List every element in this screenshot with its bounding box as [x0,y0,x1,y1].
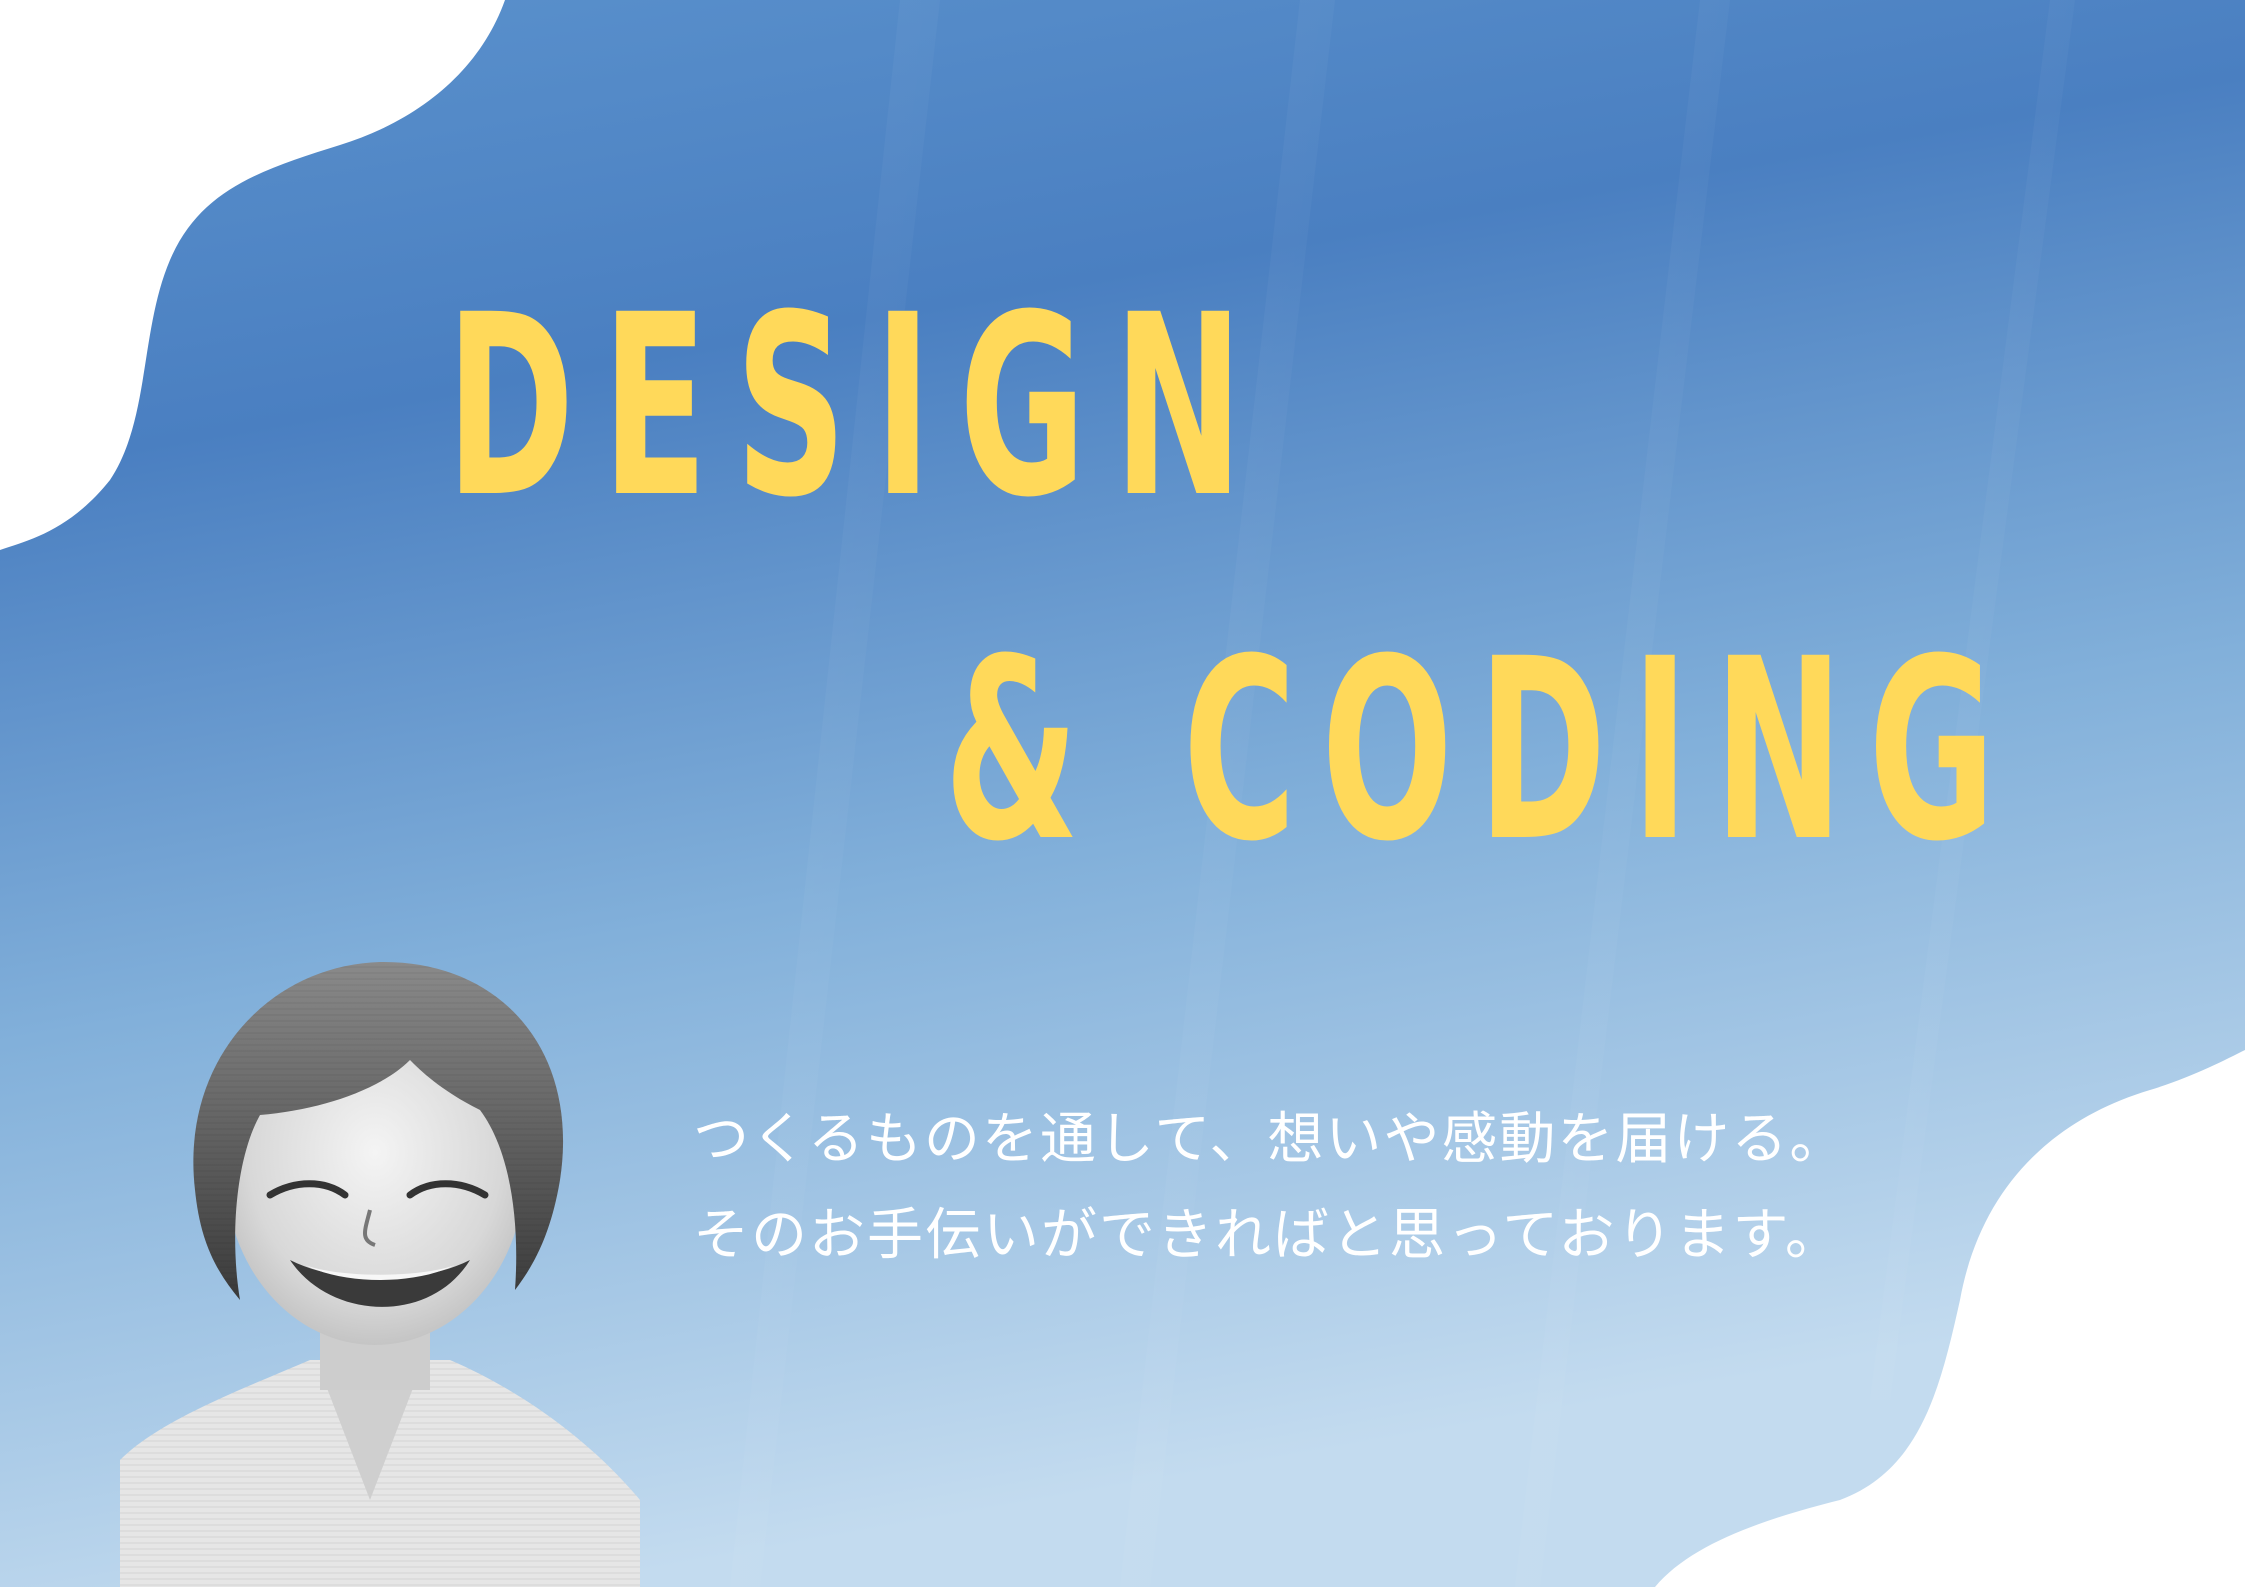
message-line-1: つくるものを通して、想いや感動を届ける。 [693,1107,1848,1172]
headline-design: DESIGN [446,261,1271,552]
message-line-2: そのお手伝いができればと思っております。 [693,1203,1843,1268]
hero-banner: DESIGN & CODING つくるものを通して、想いや感動を届ける。 そのお… [0,0,2245,1587]
portrait-photo [120,961,640,1587]
headline-coding: & CODING [944,605,2021,896]
